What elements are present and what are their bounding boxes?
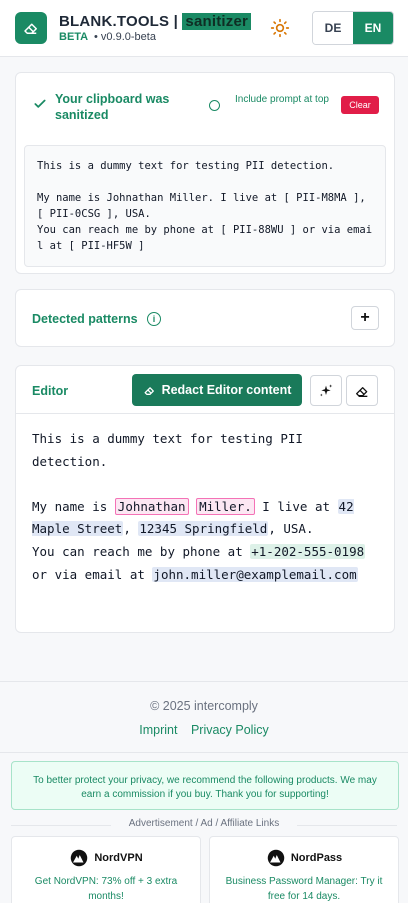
detected-patterns-card: Detected patterns i +: [15, 289, 395, 347]
editor-textarea[interactable]: This is a dummy text for testing PII det…: [32, 428, 382, 586]
add-pattern-button[interactable]: +: [351, 306, 379, 330]
include-prompt-label[interactable]: Include prompt at top: [235, 93, 345, 107]
sun-icon[interactable]: [270, 18, 290, 38]
divider: [16, 413, 394, 414]
info-icon[interactable]: i: [147, 312, 161, 326]
sparkle-button[interactable]: [310, 375, 342, 406]
ad-nordpass[interactable]: NordPass Business Password Manager: Try …: [209, 836, 399, 903]
text-run: I live at: [254, 498, 338, 514]
editor-title: Editor: [32, 384, 69, 398]
brand-name: BLANK.TOOLS |: [59, 13, 179, 30]
clear-button[interactable]: Clear: [341, 96, 379, 114]
detected-patterns-title[interactable]: Detected patterns: [32, 312, 138, 326]
redact-editor-label: Redact Editor content: [161, 383, 292, 397]
pii-first-name[interactable]: Johnathan: [114, 497, 189, 515]
check-icon: [33, 97, 47, 111]
editor-line: My name is Johnathan Miller. I live at 4…: [32, 496, 382, 541]
ad-brand: NordPass: [290, 852, 343, 864]
imprint-link[interactable]: Imprint: [139, 723, 177, 737]
sparkle-icon: [320, 383, 333, 396]
eraser-logo-icon[interactable]: [15, 12, 47, 44]
editor-card: Editor Redact Editor content This is a d…: [15, 365, 395, 633]
pii-phone[interactable]: +1-202-555-0198: [250, 543, 366, 559]
ad-label: Advertisement / Ad / Affiliate Links: [0, 818, 408, 829]
pii-last-name[interactable]: Miller.: [196, 497, 255, 515]
sanitized-message: Your clipboard was sanitized: [55, 92, 170, 122]
version-label: • v0.9.0-beta: [94, 31, 156, 43]
divider: [0, 752, 408, 753]
editor-line: You can reach me by phone at +1-202-555-…: [32, 541, 382, 586]
divider: [0, 681, 408, 682]
include-prompt-checkbox[interactable]: [209, 100, 220, 111]
copyright: © 2025 intercomply: [150, 699, 258, 713]
app-header: BLANK.TOOLS | sanitizer BETA • v0.9.0-be…: [0, 0, 408, 57]
eraser-icon: [356, 386, 368, 397]
pii-city[interactable]: 12345 Springfield: [138, 521, 269, 537]
text-run: My name is: [32, 498, 115, 514]
editor-line: This is a dummy text for testing PII det…: [32, 431, 303, 469]
clear-editor-button[interactable]: [346, 375, 378, 406]
beta-badge: BETA: [59, 31, 89, 43]
lang-de-button[interactable]: DE: [313, 12, 353, 44]
text-run: or via email at: [32, 566, 153, 582]
language-switch: DE EN: [312, 11, 394, 45]
brand-title: BLANK.TOOLS | sanitizer: [59, 13, 252, 30]
ad-nordvpn[interactable]: NordVPN Get NordVPN: 73% off + 3 extra m…: [11, 836, 201, 903]
nordvpn-logo: NordVPN: [12, 849, 200, 867]
brand-highlight: sanitizer: [182, 13, 252, 30]
ad-text: Business Password Manager: Try it free f…: [225, 876, 383, 902]
nordpass-logo: NordPass: [210, 849, 398, 867]
pii-email[interactable]: john.miller@examplemail.com: [152, 566, 358, 582]
sanitize-result-card: Your clipboard was sanitized Include pro…: [15, 72, 395, 274]
footer-links: Imprint Privacy Policy: [0, 723, 408, 737]
text-run: ,: [123, 521, 131, 537]
ad-text: Get NordVPN: 73% off + 3 extra months!: [34, 876, 178, 902]
sanitized-output[interactable]: This is a dummy text for testing PII det…: [24, 145, 386, 267]
eraser-icon: [144, 386, 154, 395]
text-run: , USA.: [268, 521, 314, 537]
redact-editor-button[interactable]: Redact Editor content: [132, 374, 302, 406]
mountain-icon: [71, 849, 88, 867]
privacy-note: To better protect your privacy, we recom…: [11, 761, 399, 810]
text-run: You can reach me by phone at: [32, 543, 251, 559]
lang-en-button[interactable]: EN: [353, 12, 393, 44]
privacy-policy-link[interactable]: Privacy Policy: [191, 723, 269, 737]
mountain-icon: [267, 849, 285, 867]
ad-brand: NordVPN: [94, 852, 143, 864]
